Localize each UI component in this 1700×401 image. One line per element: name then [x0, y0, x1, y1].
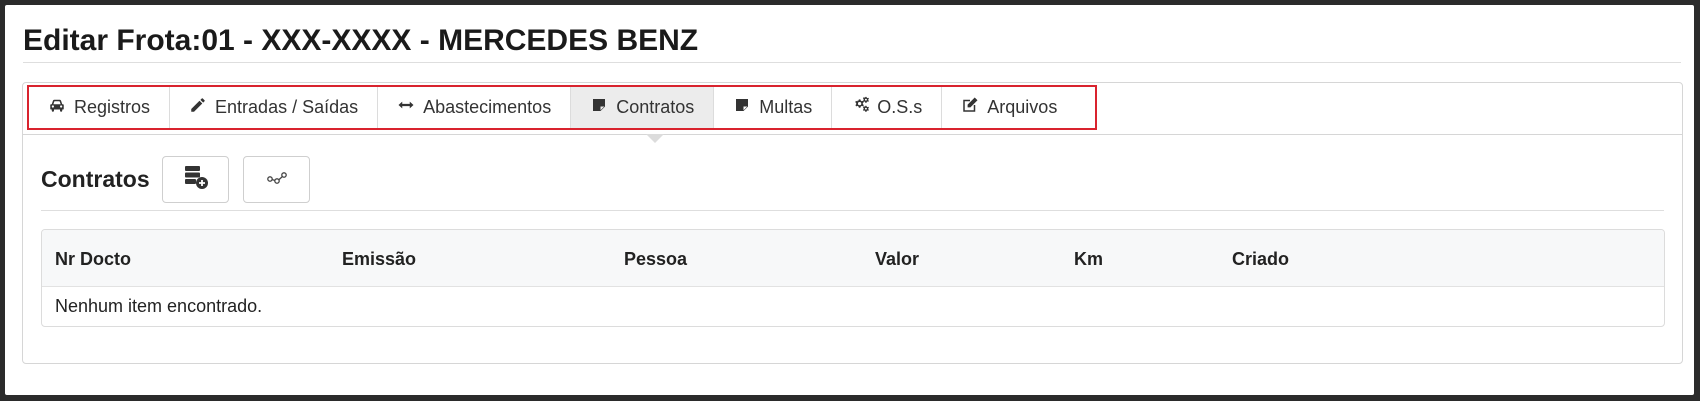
column-header[interactable]: Nr Docto: [55, 249, 131, 270]
tab-arquivos[interactable]: Arquivos: [942, 87, 1076, 128]
tab-multas[interactable]: Multas: [714, 87, 833, 128]
column-header[interactable]: Criado: [1232, 249, 1289, 270]
tab-bar: Registros Entradas / Saídas Abasteciment…: [23, 83, 1682, 135]
tab-label: Abastecimentos: [423, 97, 552, 117]
table-header: Nr Docto Emissão Pessoa Valor Km Criado: [42, 230, 1664, 287]
sticky-note-icon: [733, 96, 751, 119]
tab-label: Multas: [759, 97, 813, 117]
contracts-table: Nr Docto Emissão Pessoa Valor Km Criado …: [41, 229, 1665, 327]
edit-icon: [961, 96, 979, 119]
section-title: Contratos: [41, 166, 150, 192]
title-divider: [23, 62, 1681, 63]
tab-label: Contratos: [616, 97, 695, 117]
add-contract-button[interactable]: [162, 156, 229, 203]
arrows-horizontal-icon: [397, 96, 415, 119]
gears-icon: [851, 96, 870, 119]
tabs-highlight-box: Registros Entradas / Saídas Abasteciment…: [27, 85, 1097, 130]
tab-label: O.S.s: [877, 97, 923, 117]
column-header[interactable]: Pessoa: [624, 249, 687, 270]
column-header[interactable]: Km: [1074, 249, 1103, 270]
tab-label: Registros: [74, 97, 151, 117]
car-icon: [48, 96, 66, 119]
sticky-note-icon: [590, 96, 608, 119]
section-divider: [41, 210, 1664, 211]
column-header[interactable]: Valor: [875, 249, 919, 270]
empty-message: Nenhum item encontrado.: [55, 296, 263, 316]
database-add-icon: [183, 164, 209, 195]
tab-label: Arquivos: [987, 97, 1058, 117]
route-button[interactable]: [243, 156, 310, 203]
page-title: Editar Frota:01 - XXX-XXXX - MERCEDES BE…: [23, 24, 699, 57]
route-icon: [264, 164, 290, 195]
active-tab-caret: [646, 134, 664, 143]
tab-abastecimentos[interactable]: Abastecimentos: [378, 87, 572, 128]
tab-registros[interactable]: Registros: [29, 87, 171, 128]
pencil-icon: [189, 96, 207, 119]
tab-entradas-saidas[interactable]: Entradas / Saídas: [170, 87, 379, 128]
tab-contratos[interactable]: Contratos: [571, 87, 715, 128]
tab-oss[interactable]: O.S.s: [832, 87, 943, 128]
column-header[interactable]: Emissão: [342, 249, 416, 270]
app-window: Editar Frota:01 - XXX-XXXX - MERCEDES BE…: [5, 5, 1694, 395]
tab-label: Entradas / Saídas: [215, 97, 359, 117]
main-panel: Registros Entradas / Saídas Abasteciment…: [22, 82, 1683, 364]
